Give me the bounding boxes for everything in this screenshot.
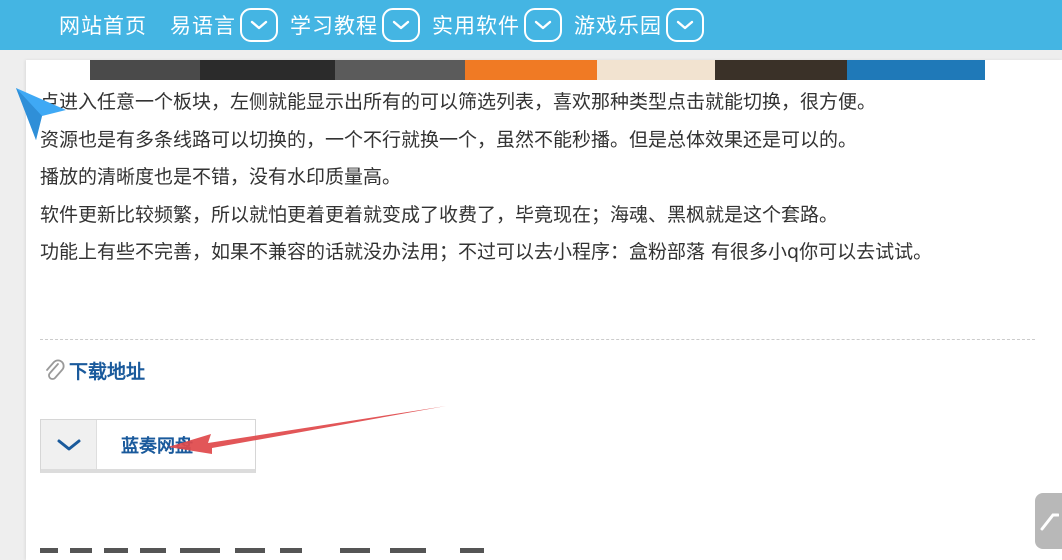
cut-off-text-line	[40, 548, 484, 553]
article-paragraph: 播放的清晰度也是不错，没有水印质量高。	[40, 166, 402, 188]
chevron-down-icon	[534, 20, 552, 30]
nav-item-label[interactable]: 网站首页	[59, 10, 147, 40]
article-paragraph: 资源也是有多条线路可以切换的，一个不行就换一个，虽然不能秒播。但是总体效果还是可…	[40, 128, 858, 151]
article-body: 点进入任意一个板块，左侧就能显示出所有的可以筛选列表，喜欢那种类型点击就能切换，…	[40, 84, 1030, 272]
screenshot-image-strip	[90, 60, 985, 80]
nav-item-software[interactable]: 实用软件	[432, 8, 562, 42]
chevron-down-icon	[392, 20, 410, 30]
nav-dropdown-toggle[interactable]	[524, 8, 562, 42]
scroll-top-icon	[1040, 513, 1059, 531]
nav-dropdown-toggle[interactable]	[240, 8, 278, 42]
paperclip-icon	[46, 358, 65, 380]
nav-item-tutorials[interactable]: 学习教程	[290, 8, 420, 42]
nav-item-label[interactable]: 易语言	[170, 10, 236, 40]
download-button-label[interactable]: 蓝奏网盘	[97, 420, 255, 469]
article-paragraph: 功能上有些不完善，如果不兼容的话就没办法用；不过可以去小程序：盒粉部落 有很多小…	[40, 241, 933, 263]
chevron-down-icon	[250, 20, 268, 30]
nav-item-games[interactable]: 游戏乐园	[574, 8, 704, 42]
nav-item-yiyuyan[interactable]: 易语言	[170, 8, 278, 42]
top-navigation-bar: 网站首页 易语言 学习教程 实用软件 游戏乐园	[0, 0, 1062, 50]
nav-item-label[interactable]: 学习教程	[290, 10, 378, 40]
chevron-down-icon	[676, 20, 694, 30]
chevron-down-icon	[57, 439, 80, 450]
section-divider	[40, 339, 1035, 340]
scroll-to-top-button[interactable]	[1035, 493, 1062, 549]
nav-item-label[interactable]: 游戏乐园	[574, 10, 662, 40]
download-heading: 下载地址	[44, 357, 145, 384]
cursor-icon	[16, 88, 66, 140]
nav-item-home[interactable]: 网站首页	[59, 10, 147, 40]
article-paragraph: 软件更新比较频繁，所以就怕更着更着就变成了收费了，毕竟现在；海魂、黑枫就是这个套…	[40, 203, 839, 226]
nav-dropdown-toggle[interactable]	[382, 8, 420, 42]
download-heading-label: 下载地址	[69, 361, 146, 383]
nav-dropdown-toggle[interactable]	[666, 8, 704, 42]
download-lanzou-button[interactable]: 蓝奏网盘	[40, 419, 256, 473]
nav-item-label[interactable]: 实用软件	[432, 10, 520, 40]
article-paragraph: 点进入任意一个板块，左侧就能显示出所有的可以筛选列表，喜欢那种类型点击就能切换，…	[40, 91, 877, 113]
download-toggle[interactable]	[41, 420, 97, 469]
